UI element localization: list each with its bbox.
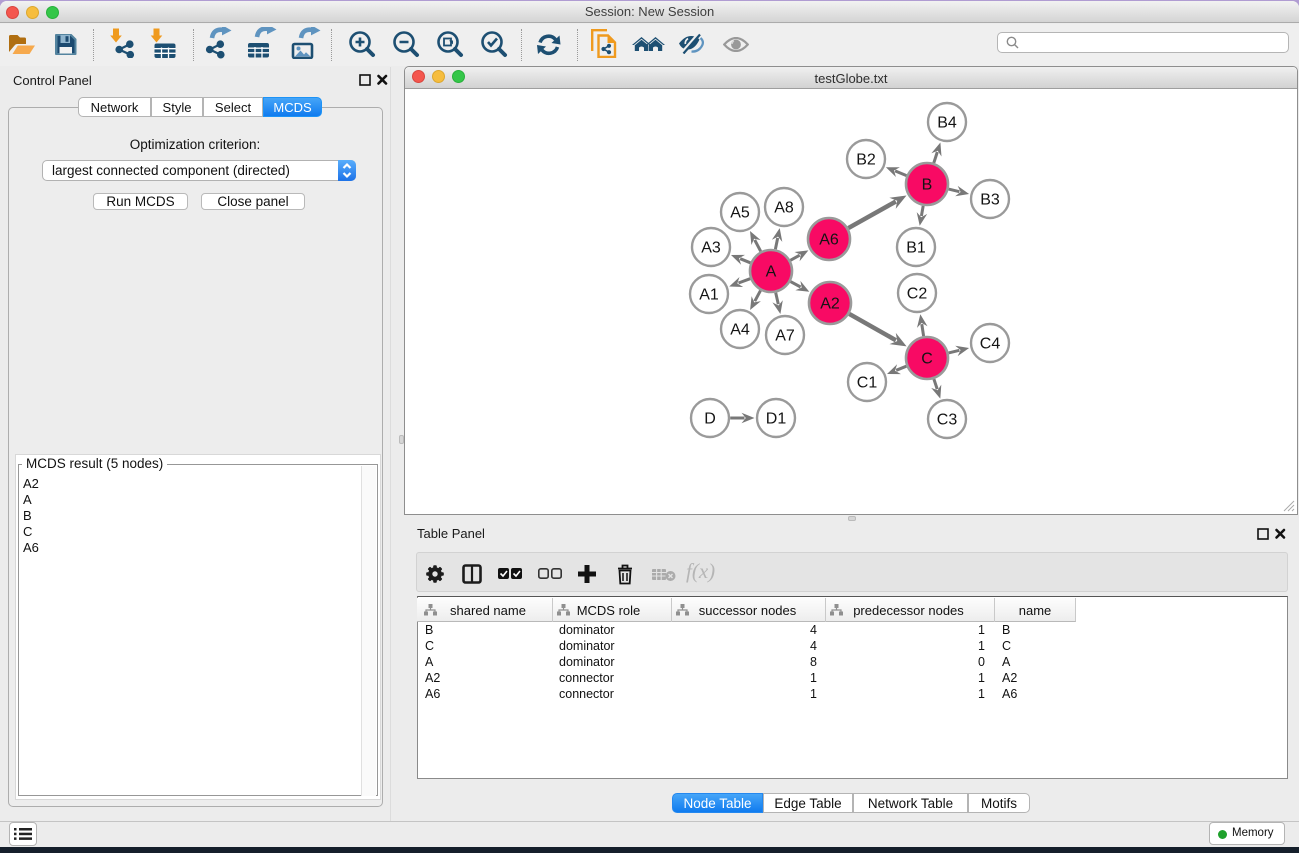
svg-text:A4: A4 [730,322,750,339]
svg-text:A7: A7 [775,328,795,345]
svg-text:A2: A2 [820,296,840,313]
svg-text:B: B [922,177,933,194]
svg-text:C: C [921,351,933,368]
svg-text:A8: A8 [774,200,794,217]
svg-text:D: D [704,411,716,428]
svg-text:C3: C3 [937,412,958,429]
svg-text:C2: C2 [907,286,928,303]
svg-text:A6: A6 [819,232,839,249]
svg-text:B2: B2 [856,152,876,169]
svg-text:C4: C4 [980,336,1001,353]
svg-text:A1: A1 [699,287,719,304]
svg-text:A: A [766,264,777,281]
svg-text:B1: B1 [906,240,926,257]
svg-text:B4: B4 [937,115,957,132]
svg-text:A3: A3 [701,240,721,257]
svg-text:D1: D1 [766,411,787,428]
svg-text:A5: A5 [730,205,750,222]
svg-text:B3: B3 [980,192,1000,209]
svg-text:C1: C1 [857,375,878,392]
